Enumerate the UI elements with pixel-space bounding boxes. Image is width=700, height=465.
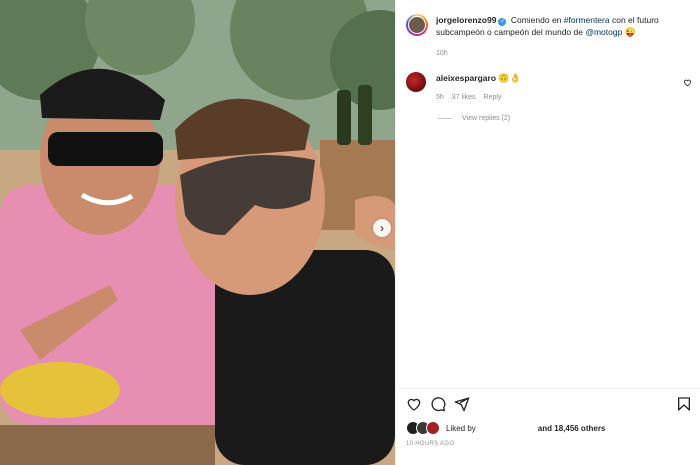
comment-meta: 5h 37 likes Reply <box>436 94 501 101</box>
verified-icon: ✓ <box>498 18 507 26</box>
comment-time: 5h <box>436 94 444 101</box>
liker-avatar <box>426 421 440 435</box>
caption-text: jorgelorenzo99 ✓ Comiendo en #formentera … <box>436 14 696 38</box>
photo-illustration <box>0 0 395 465</box>
commenter-username[interactable]: aleixespargaro <box>436 73 496 83</box>
comment-likes[interactable]: 37 likes <box>452 94 476 101</box>
caption-time: 10h <box>436 50 448 57</box>
caption-prefix: Comiendo en <box>510 15 564 25</box>
post-photo: › <box>0 0 395 465</box>
share-icon[interactable] <box>454 396 470 412</box>
comment-item: aleixespargaro 🙃👌 <box>406 72 696 92</box>
comment-reply-button[interactable]: Reply <box>484 94 502 101</box>
chevron-right-icon[interactable]: › <box>373 219 391 237</box>
heart-icon[interactable] <box>406 396 422 412</box>
likes-count[interactable]: and 18,456 others <box>538 424 606 433</box>
comment-icon[interactable] <box>430 396 446 412</box>
liked-by-avatars <box>406 421 440 435</box>
post-caption: jorgelorenzo99 ✓ Comiendo en #formentera … <box>406 14 696 38</box>
replies-divider <box>438 118 452 119</box>
commenter-avatar[interactable] <box>406 72 426 92</box>
caption-emoji: 😜 <box>624 27 636 37</box>
author-avatar[interactable] <box>406 14 428 36</box>
view-replies-button[interactable]: View replies (2) <box>438 115 510 122</box>
post-timestamp: 10 HOURS AGO <box>406 441 455 447</box>
comment-text: 🙃👌 <box>498 73 521 83</box>
view-replies-label: View replies (2) <box>462 115 511 122</box>
liked-by-label: Liked by <box>446 423 476 433</box>
actions-divider <box>396 388 700 389</box>
author-username[interactable]: jorgelorenzo99 <box>436 15 496 25</box>
likes-summary[interactable]: Liked by and 18,456 others <box>406 421 605 435</box>
comment-like-heart-icon[interactable] <box>683 78 692 89</box>
mention-link[interactable]: @motogp <box>585 27 622 37</box>
comment-body: aleixespargaro 🙃👌 <box>436 72 521 92</box>
bookmark-icon[interactable] <box>676 396 692 412</box>
hashtag-link[interactable]: #formentera <box>564 15 610 25</box>
action-bar <box>406 396 694 414</box>
post-details-panel: jorgelorenzo99 ✓ Comiendo en #formentera … <box>395 0 700 465</box>
